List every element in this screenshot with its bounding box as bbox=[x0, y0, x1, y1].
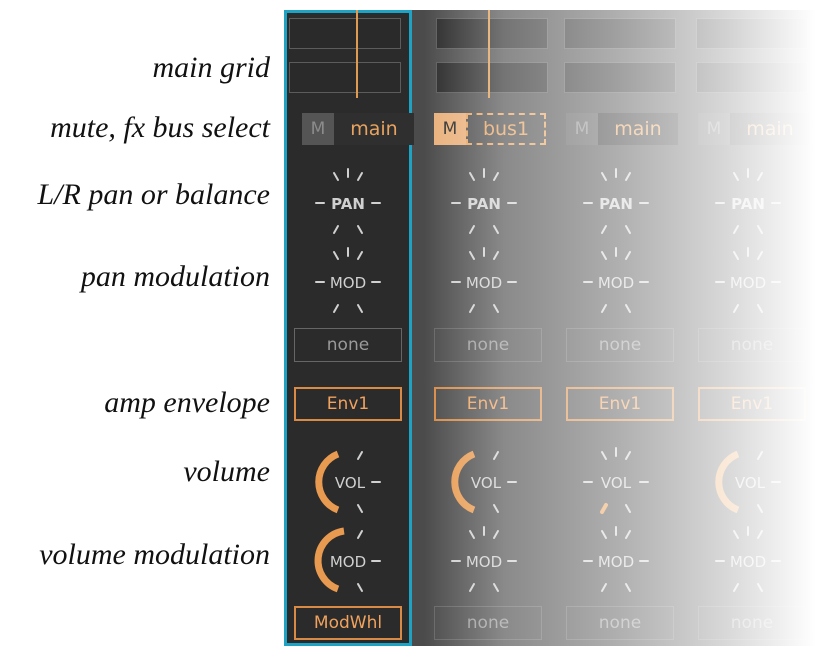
vol-knob-label: VOL bbox=[335, 474, 366, 492]
grid-cell[interactable] bbox=[436, 18, 548, 49]
mod-knob-label: MOD bbox=[730, 274, 766, 292]
volume-knob[interactable]: VOL bbox=[708, 442, 788, 522]
mod-knob-label: MOD bbox=[466, 274, 502, 292]
mixer-channel-3[interactable]: M main PAN MOD none Env1 VOL MOD none bbox=[556, 10, 684, 646]
mod-knob-label: MOD bbox=[330, 274, 366, 292]
mod-knob-label: MOD bbox=[730, 553, 766, 571]
pan-knob-label: PAN bbox=[599, 195, 633, 213]
label-volume-mod: volume modulation bbox=[39, 538, 270, 571]
mod-knob-label: MOD bbox=[598, 274, 634, 292]
mixer-channel-2[interactable]: M bus1 PAN MOD none Env1 VOL MOD none bbox=[420, 10, 548, 646]
mute-bus-row: M main bbox=[566, 113, 678, 145]
pan-mod-knob[interactable]: MOD bbox=[576, 242, 656, 322]
pan-knob-label: PAN bbox=[467, 195, 501, 213]
fx-bus-select[interactable]: bus1 bbox=[466, 113, 546, 145]
pan-knob[interactable]: PAN bbox=[708, 163, 788, 243]
pan-mod-select[interactable]: none bbox=[294, 328, 402, 362]
mixer-channel-1[interactable]: M main PAN MOD none Env1 VOL MOD ModWhl bbox=[284, 10, 414, 646]
pan-knob[interactable]: PAN bbox=[308, 163, 388, 243]
label-pan-mod: pan modulation bbox=[80, 260, 270, 293]
label-volume: volume bbox=[183, 455, 270, 488]
mod-knob-label: MOD bbox=[330, 553, 366, 571]
pan-mod-knob[interactable]: MOD bbox=[444, 242, 524, 322]
pan-mod-knob[interactable]: MOD bbox=[308, 242, 388, 322]
volume-mod-knob[interactable]: MOD bbox=[576, 521, 656, 601]
volume-mod-knob[interactable]: MOD bbox=[308, 521, 388, 601]
mute-bus-row: M bus1 bbox=[434, 113, 546, 145]
amp-envelope-select[interactable]: Env1 bbox=[294, 387, 402, 421]
volume-knob[interactable]: VOL bbox=[308, 442, 388, 522]
mute-bus-row: M main bbox=[698, 113, 810, 145]
label-main-grid: main grid bbox=[152, 51, 270, 84]
amp-envelope-select[interactable]: Env1 bbox=[566, 387, 674, 421]
mixer-channel-4[interactable]: M main PAN MOD none Env1 VOL MOD none bbox=[692, 10, 816, 646]
pan-mod-select[interactable]: none bbox=[566, 328, 674, 362]
mute-button[interactable]: M bbox=[302, 113, 334, 145]
grid-cell[interactable] bbox=[436, 62, 548, 93]
mute-bus-row: M main bbox=[302, 113, 414, 145]
vol-knob-label: VOL bbox=[601, 474, 632, 492]
pan-knob-label: PAN bbox=[331, 195, 365, 213]
mute-button[interactable]: M bbox=[698, 113, 730, 145]
pan-mod-select[interactable]: none bbox=[698, 328, 806, 362]
annotation-labels: main grid mute, fx bus select L/R pan or… bbox=[0, 0, 271, 646]
volume-mod-knob[interactable]: MOD bbox=[444, 521, 524, 601]
pan-knob-label: PAN bbox=[731, 195, 765, 213]
pan-knob[interactable]: PAN bbox=[444, 163, 524, 243]
mod-knob-label: MOD bbox=[598, 553, 634, 571]
label-amp-env: amp envelope bbox=[104, 386, 270, 419]
mute-button[interactable]: M bbox=[434, 113, 466, 145]
volume-mod-select[interactable]: none bbox=[566, 606, 674, 640]
grid-cell[interactable] bbox=[289, 62, 401, 93]
mixer-panel: M main PAN MOD none Env1 VOL MOD ModWhl … bbox=[284, 10, 816, 646]
volume-mod-select[interactable]: none bbox=[698, 606, 806, 640]
vol-knob-label: VOL bbox=[471, 474, 502, 492]
mute-button[interactable]: M bbox=[566, 113, 598, 145]
label-mute-fx: mute, fx bus select bbox=[50, 111, 270, 144]
volume-mod-select[interactable]: none bbox=[434, 606, 542, 640]
volume-mod-select[interactable]: ModWhl bbox=[294, 606, 402, 640]
mod-knob-label: MOD bbox=[466, 553, 502, 571]
pan-mod-knob[interactable]: MOD bbox=[708, 242, 788, 322]
volume-mod-knob[interactable]: MOD bbox=[708, 521, 788, 601]
grid-cell[interactable] bbox=[289, 18, 401, 49]
grid-cell[interactable] bbox=[564, 18, 676, 49]
volume-knob[interactable]: VOL bbox=[576, 442, 656, 522]
amp-envelope-select[interactable]: Env1 bbox=[434, 387, 542, 421]
vol-knob-label: VOL bbox=[735, 474, 766, 492]
amp-envelope-select[interactable]: Env1 bbox=[698, 387, 806, 421]
fx-bus-select[interactable]: main bbox=[598, 113, 678, 145]
grid-cell[interactable] bbox=[696, 18, 808, 49]
grid-cell[interactable] bbox=[564, 62, 676, 93]
fx-bus-select[interactable]: main bbox=[730, 113, 810, 145]
grid-cell[interactable] bbox=[696, 62, 808, 93]
pan-knob[interactable]: PAN bbox=[576, 163, 656, 243]
fx-bus-select[interactable]: main bbox=[334, 113, 414, 145]
pan-mod-select[interactable]: none bbox=[434, 328, 542, 362]
playhead-line bbox=[356, 10, 358, 98]
label-pan: L/R pan or balance bbox=[37, 178, 271, 211]
volume-pointer bbox=[600, 503, 608, 514]
playhead-line bbox=[488, 10, 490, 98]
volume-knob[interactable]: VOL bbox=[444, 442, 524, 522]
